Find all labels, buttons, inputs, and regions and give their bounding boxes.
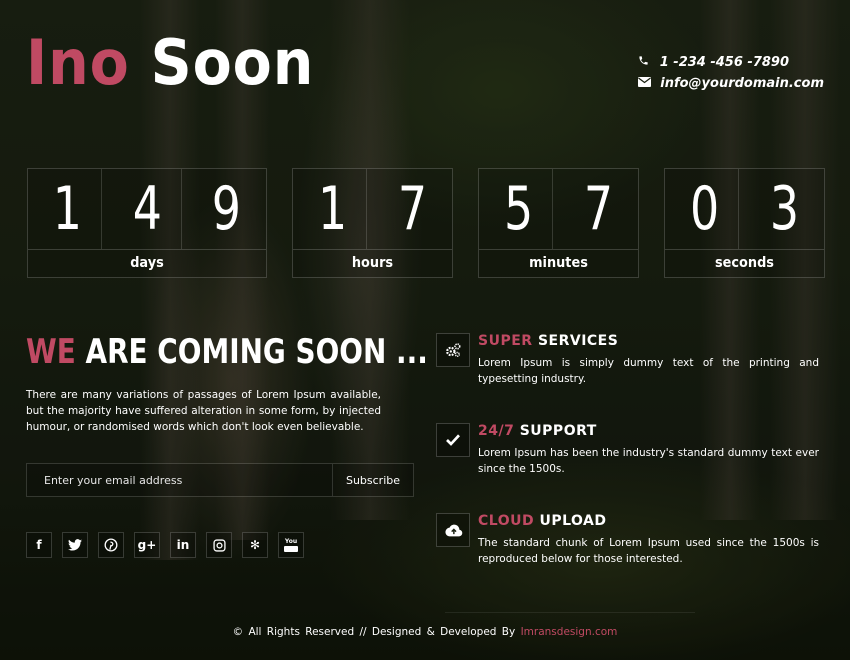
contact-info: 1 -234 -456 -7890 info@yourdomain.com xyxy=(638,52,824,94)
service-description: Lorem Ipsum is simply dummy text of the … xyxy=(478,357,819,385)
subscribe-button[interactable]: Subscribe xyxy=(333,464,413,496)
linkedin-icon[interactable]: in xyxy=(170,532,196,558)
service-title-accent: SUPER xyxy=(478,333,533,349)
service-description: Lorem Ipsum has been the industry's stan… xyxy=(478,447,819,475)
service-description: The standard chunk of Lorem Ipsum used s… xyxy=(478,537,819,565)
envelope-icon xyxy=(638,76,660,91)
service-title-text: UPLOAD xyxy=(539,513,607,529)
countdown-minutes: 5 7 minutes xyxy=(478,168,639,278)
countdown-hours: 1 7 hours xyxy=(292,168,453,278)
check-icon xyxy=(436,423,470,457)
social-links: f g+ in ✻ You xyxy=(26,532,304,558)
cogs-icon xyxy=(436,333,470,367)
email-address: info@yourdomain.com xyxy=(660,76,824,91)
footer-link[interactable]: Imransdesign.com xyxy=(521,626,618,638)
intro-paragraph: There are many variations of passages of… xyxy=(26,389,381,433)
service-title-accent: CLOUD xyxy=(478,513,535,529)
coming-soon-heading: WE ARE COMING SOON ... xyxy=(26,332,428,372)
seconds-digit: 0 xyxy=(671,169,739,249)
logo-part-1: Ino xyxy=(26,26,130,99)
youtube-glyph: You xyxy=(284,538,298,545)
logo-part-2: Soon xyxy=(150,26,315,99)
email-input[interactable] xyxy=(27,464,333,496)
minutes-digit: 7 xyxy=(583,174,614,244)
hours-digit: 7 xyxy=(397,174,428,244)
minutes-digit: 5 xyxy=(485,169,553,249)
twitter-icon[interactable] xyxy=(62,532,88,558)
phone-number: 1 -234 -456 -7890 xyxy=(659,55,789,70)
countdown-seconds: 0 3 seconds xyxy=(664,168,825,278)
service-title: CLOUD UPLOAD xyxy=(478,513,607,529)
service-title: SUPER SERVICES xyxy=(478,333,618,349)
yelp-icon[interactable]: ✻ xyxy=(242,532,268,558)
days-label: days xyxy=(130,255,164,271)
footer: © All Rights Reserved // Designed & Deve… xyxy=(0,626,850,638)
days-digit: 1 xyxy=(34,169,102,249)
countdown-days: 1 4 9 days xyxy=(27,168,267,278)
footer-divider xyxy=(445,612,695,613)
contact-email[interactable]: info@yourdomain.com xyxy=(638,73,824,94)
minutes-label: minutes xyxy=(529,255,588,271)
instagram-icon[interactable] xyxy=(206,532,232,558)
youtube-icon[interactable]: You xyxy=(278,532,304,558)
service-title-accent: 24/7 xyxy=(478,423,515,439)
site-logo[interactable]: Ino Soon xyxy=(26,32,314,94)
seconds-label: seconds xyxy=(715,255,774,271)
facebook-icon[interactable]: f xyxy=(26,532,52,558)
days-digit: 4 xyxy=(114,169,182,249)
pinterest-icon[interactable] xyxy=(98,532,124,558)
days-digit: 9 xyxy=(212,174,242,244)
subscribe-form: Subscribe xyxy=(26,463,414,497)
contact-phone: 1 -234 -456 -7890 xyxy=(638,52,789,73)
google-plus-icon[interactable]: g+ xyxy=(134,532,160,558)
service-title-text: SERVICES xyxy=(537,333,619,349)
heading-accent: WE xyxy=(26,332,76,372)
seconds-digit: 3 xyxy=(769,174,800,244)
footer-copyright: © All Rights Reserved // Designed & Deve… xyxy=(232,626,516,638)
service-title: 24/7 SUPPORT xyxy=(478,423,597,439)
hours-label: hours xyxy=(351,255,394,271)
cloud-upload-icon xyxy=(436,513,470,547)
heading-text: ARE COMING SOON ... xyxy=(85,332,428,372)
service-title-text: SUPPORT xyxy=(519,423,597,439)
hours-digit: 1 xyxy=(299,169,367,249)
phone-icon xyxy=(638,55,660,70)
